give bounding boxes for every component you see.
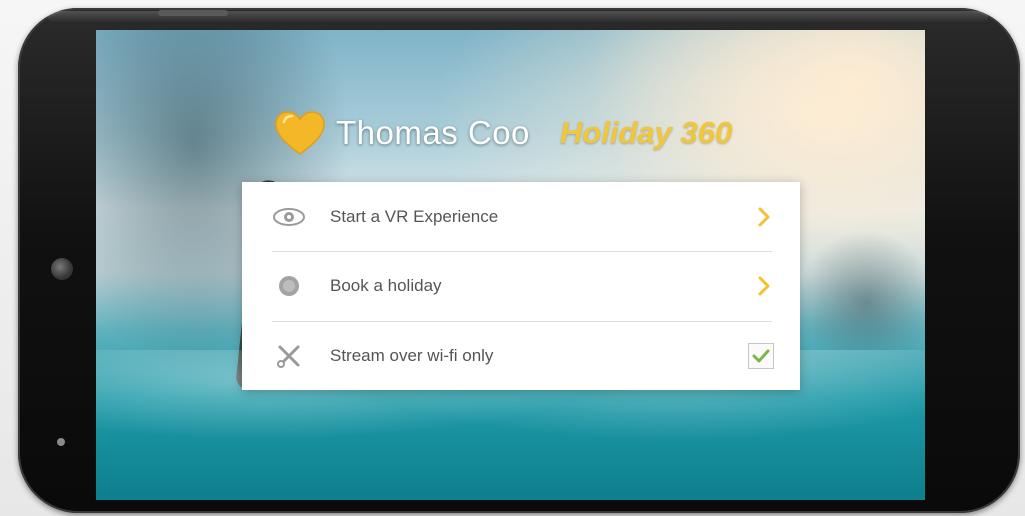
brand-name: Thomas Coo	[336, 114, 530, 151]
chevron-right-icon[interactable]	[754, 272, 774, 300]
menu-item-vr-experience[interactable]: Start a VR Experience	[242, 182, 800, 251]
chevron-right-icon[interactable]	[754, 203, 774, 231]
wifi-only-checkbox[interactable]	[748, 342, 774, 369]
power-button	[158, 10, 228, 16]
menu-item-book-holiday[interactable]: Book a holiday	[242, 251, 800, 320]
eye-icon	[272, 200, 306, 234]
menu-item-label: Stream over wi-fi only	[330, 345, 494, 365]
main-menu: Start a VR Experience Book a holiday Str…	[242, 182, 800, 390]
check-icon	[752, 349, 770, 362]
app-screen: Thomas Coo Holiday 360 Start a VR Experi…	[96, 30, 925, 500]
menu-item-stream-wifi[interactable]: Stream over wi-fi only	[242, 321, 800, 390]
globe-icon	[272, 269, 306, 303]
menu-item-label: Start a VR Experience	[330, 206, 499, 226]
product-name: Holiday 360	[559, 115, 733, 150]
front-camera	[51, 258, 73, 280]
sensor	[57, 438, 65, 446]
heart-logo-icon	[275, 111, 325, 155]
tools-icon	[272, 339, 306, 373]
background-spray	[796, 230, 925, 350]
menu-item-label: Book a holiday	[330, 275, 442, 295]
brand-header: Thomas Coo Holiday 360	[274, 108, 732, 158]
